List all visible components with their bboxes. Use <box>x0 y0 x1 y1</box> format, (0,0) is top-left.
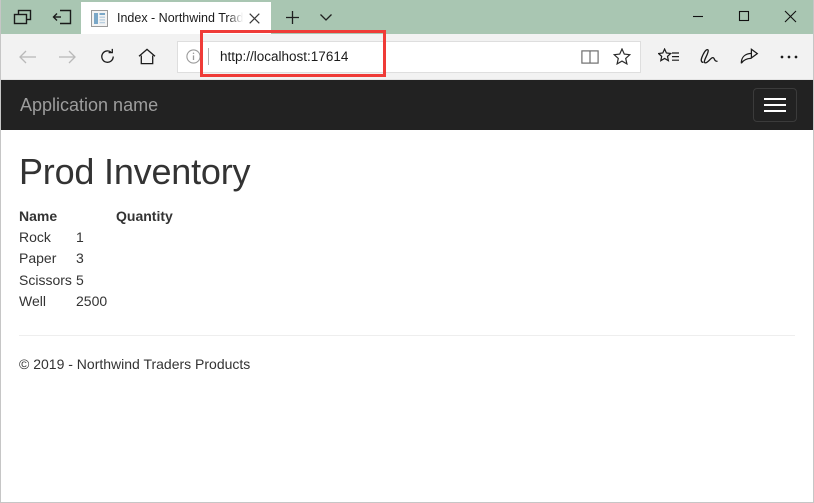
window-close-button[interactable] <box>767 0 813 32</box>
table-row: Paper 3 <box>19 248 795 269</box>
tab-close-icon[interactable] <box>243 7 265 29</box>
browser-tab-active[interactable]: Index - Northwind Trade <box>81 2 271 34</box>
chevron-down-icon[interactable] <box>311 2 341 32</box>
tab-preview-icon[interactable] <box>7 2 37 32</box>
forward-arrow-icon[interactable] <box>47 37 87 77</box>
reading-view-icon[interactable] <box>574 42 606 72</box>
inventory-table: Name Quantity Rock 1 Paper 3 Scissors 5 Well… <box>19 206 795 313</box>
more-ellipsis-icon[interactable] <box>769 37 809 77</box>
favorites-hub-icon[interactable] <box>649 37 689 77</box>
window-maximize-button[interactable] <box>721 0 767 32</box>
table-row: Rock 1 <box>19 227 795 248</box>
column-header-name: Name <box>19 207 58 224</box>
cell-quantity: 3 <box>76 250 84 267</box>
address-bar-actions <box>574 42 640 72</box>
hamburger-bar <box>764 98 786 100</box>
address-bar[interactable]: http://localhost:17614 <box>177 40 641 73</box>
page-favicon <box>91 9 108 27</box>
cell-quantity: 5 <box>76 271 84 288</box>
navbar-brand[interactable]: Application name <box>20 96 158 114</box>
page-body: Prod Inventory Name Quantity Rock 1 Paper 3… <box>1 152 813 372</box>
cell-quantity: 2500 <box>76 293 108 310</box>
tab-strip-right-buttons <box>271 0 341 34</box>
tab-title: Index - Northwind Trade <box>117 11 243 25</box>
address-url-text[interactable]: http://localhost:17614 <box>209 49 574 64</box>
table-row: Well 2500 <box>19 291 795 312</box>
hamburger-bar <box>764 104 786 106</box>
tab-strip-left-buttons <box>1 0 81 34</box>
cell-quantity: 1 <box>76 229 84 245</box>
set-tabs-aside-icon[interactable] <box>47 2 77 32</box>
cell-name: Scissors <box>19 271 72 288</box>
cell-name: Well <box>19 293 46 310</box>
home-icon[interactable] <box>127 37 167 77</box>
column-header-quantity: Quantity <box>116 207 173 224</box>
browser-toolbar: http://localhost:17614 <box>1 30 813 80</box>
cell-name: Rock <box>19 229 51 245</box>
app-navbar: Application name <box>1 80 813 130</box>
table-header-row: Name Quantity <box>19 206 795 227</box>
hamburger-bar <box>764 110 786 112</box>
page-title: Prod Inventory <box>19 151 251 192</box>
favorite-star-icon[interactable] <box>606 42 638 72</box>
tab-strip: Index - Northwind Trade <box>1 0 813 34</box>
refresh-icon[interactable] <box>87 37 127 77</box>
navbar-toggle-button[interactable] <box>753 88 797 122</box>
table-row: Scissors 5 <box>19 270 795 291</box>
window-minimize-button[interactable] <box>675 0 721 32</box>
back-arrow-icon[interactable] <box>7 37 47 77</box>
site-info-icon[interactable] <box>178 49 208 64</box>
page-footer: © 2019 - Northwind Traders Products <box>19 355 251 372</box>
cell-name: Paper <box>19 250 57 267</box>
window-controls <box>675 0 813 32</box>
web-notes-pen-icon[interactable] <box>689 37 729 77</box>
toolbar-right-buttons <box>649 37 813 77</box>
browser-window: Index - Northwind Trade http://localhost… <box>0 0 814 503</box>
new-tab-icon[interactable] <box>277 2 307 32</box>
share-icon[interactable] <box>729 37 769 77</box>
